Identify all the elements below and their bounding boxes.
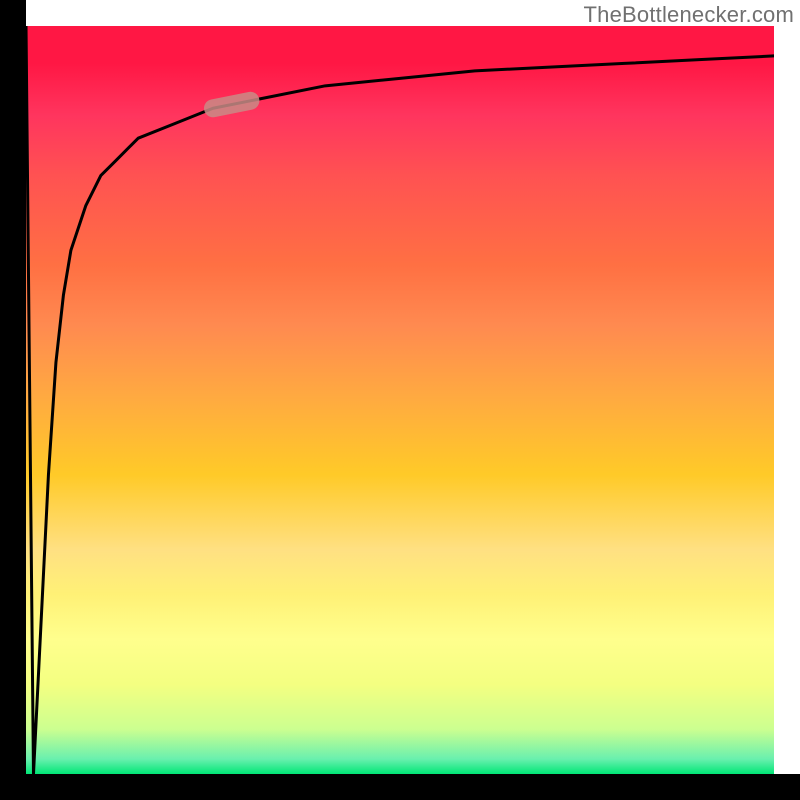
x-axis — [0, 774, 800, 800]
watermark-text: TheBottlenecker.com — [584, 2, 794, 28]
y-axis — [0, 0, 26, 800]
plot-gradient-background — [26, 26, 774, 774]
chart-container: TheBottlenecker.com — [0, 0, 800, 800]
